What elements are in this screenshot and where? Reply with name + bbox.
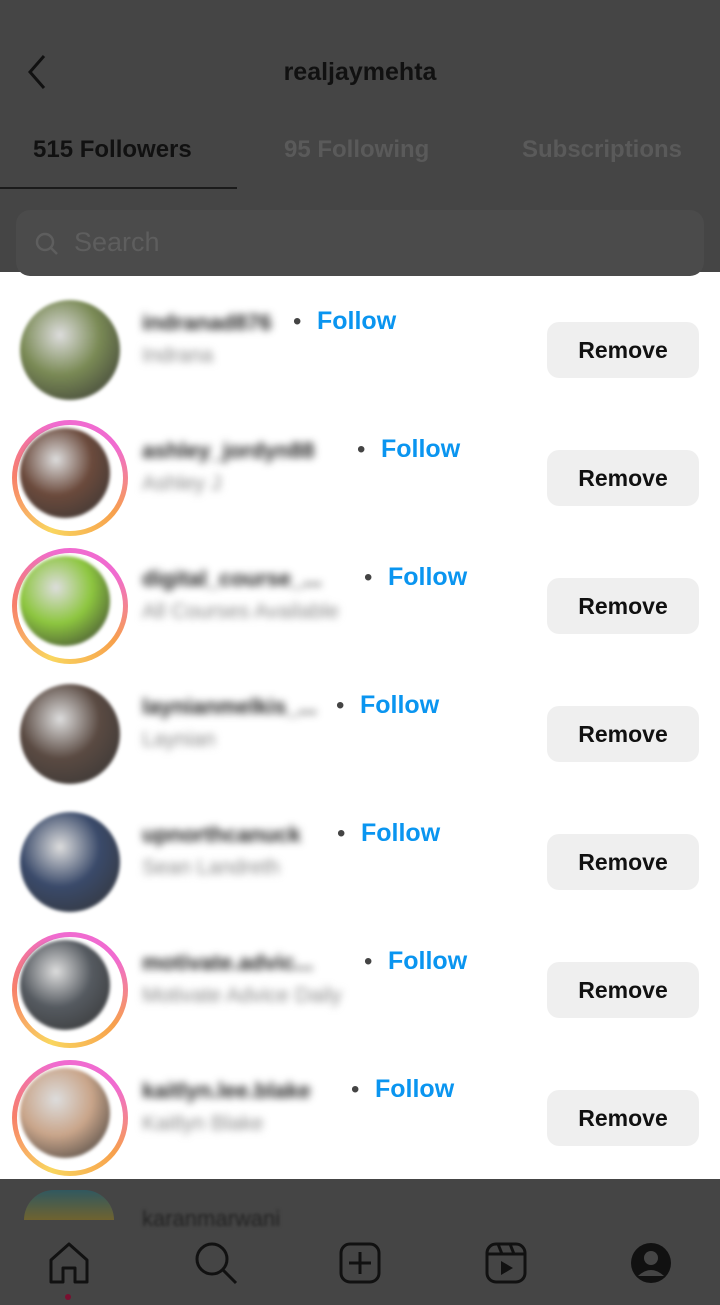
- follow-button[interactable]: Follow: [388, 947, 467, 976]
- follow-button[interactable]: Follow: [375, 1075, 454, 1104]
- avatar[interactable]: [20, 556, 110, 646]
- list-item[interactable]: kaitlyn.lee.blake Kaitlyn Blake • Follow Rem…: [0, 1048, 720, 1176]
- full-name: Kaitlyn Blake: [142, 1112, 264, 1135]
- separator-dot: •: [293, 308, 302, 335]
- list-item[interactable]: ashley_jordyn88 Ashley J • Follow Remove: [0, 408, 720, 536]
- separator-dot: •: [336, 692, 345, 719]
- list-item[interactable]: motivate.advic... Motivate Advice Daily • F…: [0, 920, 720, 1048]
- home-icon[interactable]: [46, 1240, 92, 1286]
- profile-icon[interactable]: [629, 1240, 673, 1286]
- story-ring[interactable]: [12, 420, 128, 536]
- story-ring[interactable]: [12, 548, 128, 664]
- notification-dot: [65, 1294, 71, 1300]
- username[interactable]: indranad876: [142, 310, 272, 336]
- username[interactable]: ashley_jordyn88: [142, 438, 314, 464]
- avatar[interactable]: [20, 300, 120, 400]
- remove-button[interactable]: Remove: [547, 322, 699, 378]
- list-item[interactable]: indranad876 Indrana • Follow Remove: [0, 280, 720, 408]
- story-ring[interactable]: [12, 1060, 128, 1176]
- reels-icon[interactable]: [484, 1240, 528, 1286]
- separator-dot: •: [351, 1076, 360, 1103]
- separator-dot: •: [364, 564, 373, 591]
- search-icon: [35, 232, 58, 255]
- remove-button[interactable]: Remove: [547, 962, 699, 1018]
- full-name: Indrana: [142, 344, 214, 367]
- full-name: All Courses Available: [142, 600, 339, 623]
- list-item[interactable]: digital_course_... All Courses Available •…: [0, 536, 720, 664]
- tab-following[interactable]: 95 Following: [284, 136, 429, 164]
- full-name: Sean Landreth: [142, 856, 280, 879]
- follow-button[interactable]: Follow: [388, 563, 467, 592]
- avatar[interactable]: [20, 940, 110, 1030]
- follow-button[interactable]: Follow: [317, 307, 396, 336]
- avatar: [24, 1190, 114, 1220]
- create-icon[interactable]: [338, 1240, 382, 1286]
- follow-button[interactable]: Follow: [381, 435, 460, 464]
- search-icon[interactable]: [193, 1240, 239, 1286]
- separator-dot: •: [357, 436, 366, 463]
- remove-button[interactable]: Remove: [547, 1090, 699, 1146]
- username[interactable]: motivate.advic...: [142, 950, 313, 976]
- tab-subscriptions[interactable]: Subscriptions: [522, 136, 682, 164]
- avatar[interactable]: [20, 684, 120, 784]
- search-input[interactable]: Search: [16, 210, 704, 276]
- tab-followers[interactable]: 515 Followers: [33, 136, 192, 164]
- remove-button[interactable]: Remove: [547, 834, 699, 890]
- list-item[interactable]: laynianmelkis_... Laynian • Follow Remove: [0, 664, 720, 792]
- story-ring[interactable]: [12, 932, 128, 1048]
- separator-dot: •: [337, 820, 346, 847]
- search-placeholder: Search: [74, 227, 160, 257]
- avatar[interactable]: [20, 428, 110, 518]
- follow-button[interactable]: Follow: [360, 691, 439, 720]
- username[interactable]: laynianmelkis_...: [142, 694, 317, 720]
- follow-button[interactable]: Follow: [361, 819, 440, 848]
- page-title: realjaymehta: [283, 58, 437, 86]
- remove-button[interactable]: Remove: [547, 450, 699, 506]
- full-name: Motivate Advice Daily: [142, 984, 342, 1007]
- partial-username: karanmarwani: [142, 1206, 281, 1231]
- avatar[interactable]: [20, 812, 120, 912]
- username[interactable]: upnorthcanuck: [142, 822, 301, 848]
- full-name: Ashley J: [142, 472, 222, 495]
- username[interactable]: kaitlyn.lee.blake: [142, 1078, 311, 1104]
- username[interactable]: digital_course_...: [142, 566, 322, 592]
- remove-button[interactable]: Remove: [547, 706, 699, 762]
- remove-button[interactable]: Remove: [547, 578, 699, 634]
- full-name: Laynian: [142, 728, 216, 751]
- list-item[interactable]: upnorthcanuck Sean Landreth • Follow Remove: [0, 792, 720, 920]
- dimmed-header-overlay: realjaymehta 515 Followers 95 Following …: [0, 0, 720, 276]
- separator-dot: •: [364, 948, 373, 975]
- avatar[interactable]: [20, 1068, 110, 1158]
- active-tab-indicator: [0, 187, 237, 189]
